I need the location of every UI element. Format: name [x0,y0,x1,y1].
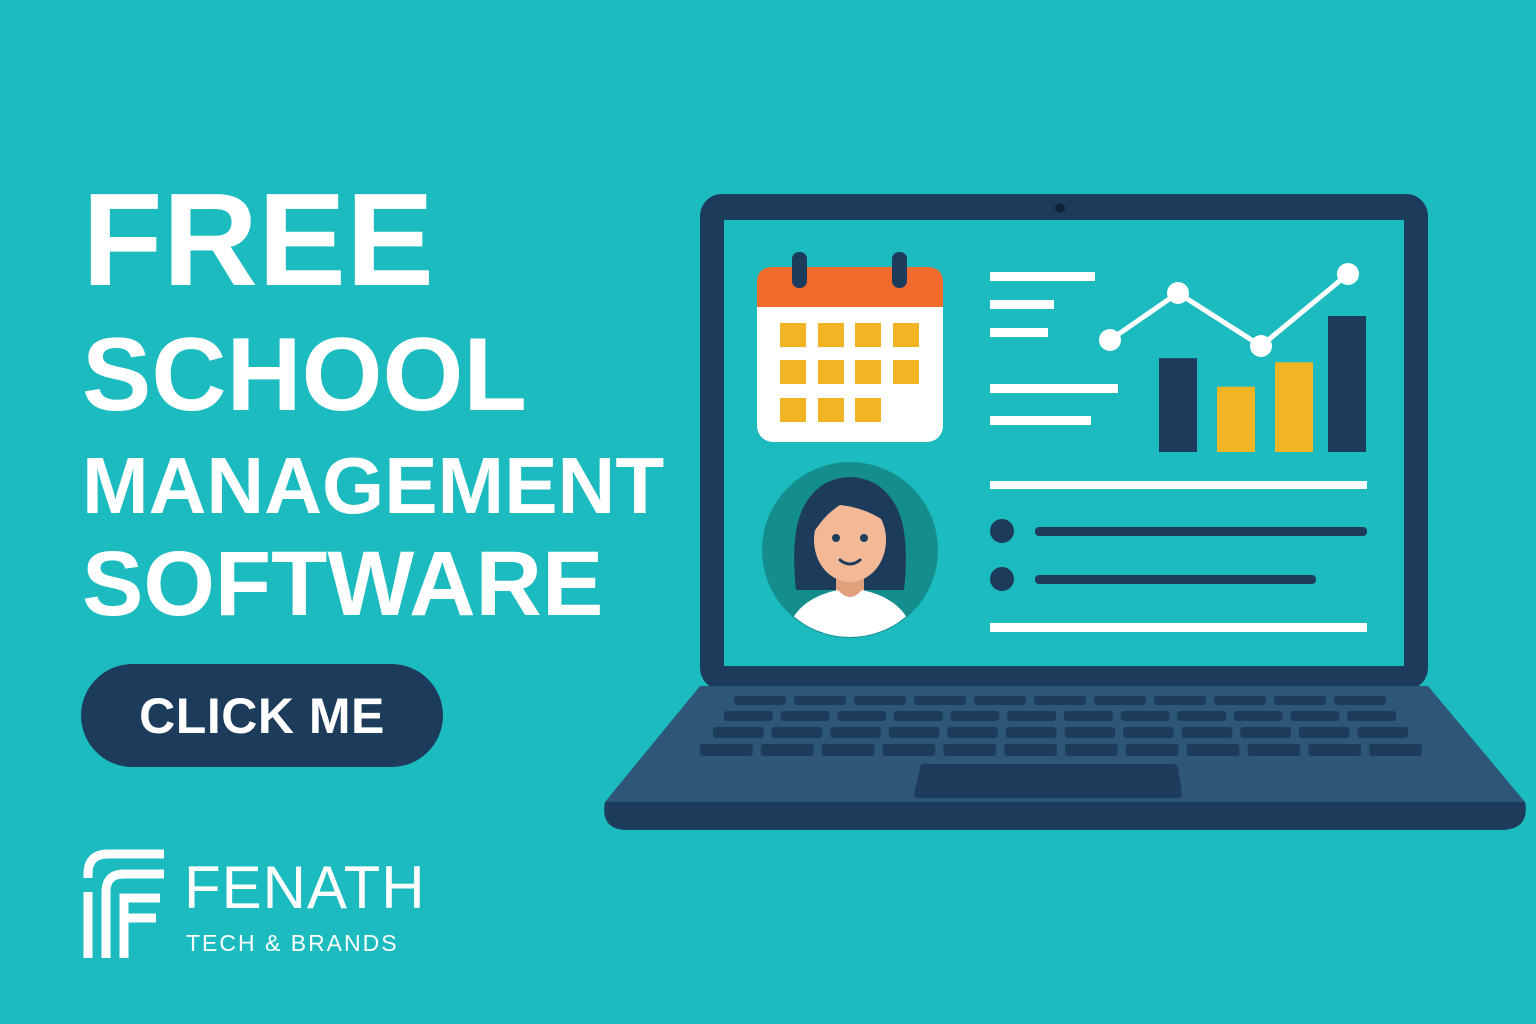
keyboard-key [771,727,823,738]
keyboard-key [724,711,773,721]
keyboard-key [700,744,753,756]
divider [990,481,1367,489]
brand-name: FENATH [184,854,426,921]
chart-bar [1217,386,1255,452]
keyboard-key [1234,711,1283,721]
keyboard-key [734,696,786,705]
chart-bar [1275,362,1313,452]
keyboard-key [1094,696,1146,705]
keyboard-key [830,727,881,738]
trackpad [914,764,1182,798]
keyboard-key [713,727,764,738]
keyboard-key [943,744,997,756]
brand-tagline: TECH & BRANDS [186,930,399,956]
keyboard-key [914,696,966,705]
keyboard-key [1125,744,1179,756]
keyboard-key [794,696,846,705]
laptop-base-edge [604,802,1526,830]
keyboard-key [894,711,943,721]
keyboard-key [950,711,1000,721]
keyboard-key [1334,696,1386,705]
keyboard-key [1005,727,1057,738]
webcam-icon [1055,203,1065,213]
keyboard-key [1181,727,1233,738]
brand-logo: FENATH TECH & BRANDS [80,848,440,960]
keyboard-key [1214,696,1266,705]
keyboard-key [821,744,875,756]
keyboard-key [760,744,814,756]
keyboard-key [1290,711,1340,721]
keyboard-key [854,696,906,705]
keyboard-key [1064,727,1116,738]
click-me-button[interactable]: CLICK ME [81,664,443,767]
keyboard-key [1240,727,1291,738]
chart-bar [1328,316,1366,452]
keyboard-key [1247,744,1301,756]
chart-bar [1159,358,1197,452]
keyboard-key [1034,696,1086,705]
calendar-icon [757,252,943,442]
keyboard-key [1123,727,1174,738]
keyboard-key [974,696,1026,705]
keyboard-key [1369,744,1422,756]
keyboard-key [1004,744,1057,756]
laptop-illustration [604,194,1526,830]
keyboard-key [780,711,830,721]
divider [990,623,1367,632]
keyboard-key [1120,711,1170,721]
keyboard-key [1186,744,1240,756]
keyboard-key [1357,727,1408,738]
keyboard-key [882,744,936,756]
keyboard-key [1298,727,1350,738]
keyboard-key [1065,744,1118,756]
keyboard-key [1274,696,1326,705]
fenath-monogram-icon [83,849,164,958]
keyboard-key [1347,711,1396,721]
keyboard-key [1064,711,1113,721]
keyboard-key [1007,711,1056,721]
keyboard-key [947,727,998,738]
keyboard-key [1308,744,1362,756]
keyboard-key [837,711,886,721]
headline-line-free: FREE [82,166,435,313]
keyboard-key [1177,711,1226,721]
headline-line-school: SCHOOL [82,317,527,433]
keyboard-key [888,727,940,738]
keyboard-key [1154,696,1206,705]
headline-line-software: SOFTWARE [82,533,604,635]
headline-line-management: MANAGEMENT [82,441,665,530]
